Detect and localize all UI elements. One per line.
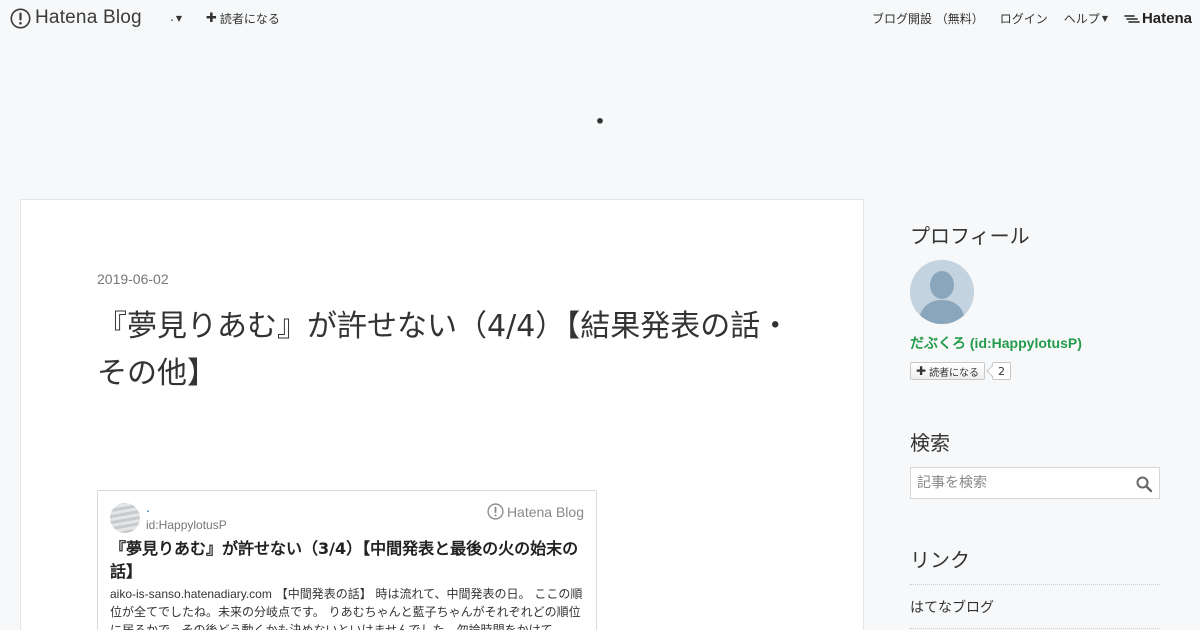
profile-name[interactable]: だぶくろ (id:HappylotusP) bbox=[910, 333, 1082, 353]
login-link[interactable]: ログイン bbox=[1000, 10, 1048, 27]
hatena-blog-logo-icon bbox=[10, 8, 31, 28]
embedded-blog-card[interactable]: . id:HappylotusP Hatena Blog 『夢見りあむ』が許せな… bbox=[97, 490, 597, 630]
profile-heading: プロフィール bbox=[910, 224, 1030, 248]
hatena-blog-logo-icon bbox=[487, 503, 504, 520]
links-heading: リンク bbox=[910, 548, 970, 572]
help-label: ヘルプ bbox=[1063, 12, 1100, 26]
right-nav: ブログ開設 （無料） ログイン ヘルプ ▼ Hatena bbox=[856, 10, 1192, 27]
global-header: Hatena Blog . ▼ ✚ 読者になる ブログ開設 （無料） ログイン ヘ… bbox=[0, 0, 1200, 36]
chevron-down-icon: ▼ bbox=[1101, 14, 1108, 23]
profile-subscribe-button[interactable]: ✚ 読者になる bbox=[910, 362, 986, 380]
plus-icon: ✚ bbox=[206, 11, 217, 26]
embed-blog-name[interactable]: . bbox=[146, 501, 150, 515]
hatena-logo[interactable]: Hatena bbox=[1124, 10, 1192, 27]
entry-date[interactable]: 2019-06-02 bbox=[97, 271, 169, 287]
hatena-blog-logo[interactable]: Hatena Blog bbox=[10, 7, 142, 29]
plus-icon: ✚ bbox=[916, 364, 927, 378]
chevron-down-icon: ▼ bbox=[175, 14, 182, 23]
subscribe-button[interactable]: ✚ 読者になる bbox=[206, 10, 280, 27]
hatena-logo-text: Hatena bbox=[1141, 10, 1192, 27]
embed-user-id: id:HappylotusP bbox=[146, 518, 227, 532]
embed-description: aiko-is-sanso.hatenadiary.com 【中間発表の話】 時… bbox=[110, 585, 586, 630]
blog-title[interactable]: • bbox=[0, 112, 1200, 131]
entry-article: 2019-06-02 『夢見りあむ』が許せない（4/4）【結果発表の話・その他】… bbox=[20, 199, 864, 630]
search-icon[interactable] bbox=[1135, 475, 1153, 493]
subscriber-count[interactable]: 2 bbox=[992, 362, 1011, 380]
open-blog-link[interactable]: ブログ開設 （無料） bbox=[872, 10, 984, 27]
avatar[interactable] bbox=[910, 260, 974, 324]
help-menu[interactable]: ヘルプ ▼ bbox=[1064, 10, 1108, 27]
hatena-logo-icon bbox=[1124, 14, 1140, 23]
user-silhouette-icon bbox=[910, 260, 974, 324]
embed-hatena-blog-logo: Hatena Blog bbox=[487, 503, 584, 520]
blog-menu-dropdown[interactable]: . ▼ bbox=[170, 10, 182, 24]
hatena-blog-logo-text: Hatena Blog bbox=[35, 7, 142, 28]
entry-title[interactable]: 『夢見りあむ』が許せない（4/4）【結果発表の話・その他】 bbox=[97, 303, 797, 397]
embed-avatar bbox=[110, 503, 140, 533]
embed-site-url: aiko-is-sanso.hatenadiary.com bbox=[110, 587, 272, 601]
profile-subscribe-label: 読者になる bbox=[929, 367, 980, 379]
search-heading: 検索 bbox=[910, 431, 950, 455]
subscribe-label: 読者になる bbox=[219, 12, 280, 26]
blog-menu-label: . bbox=[170, 10, 174, 24]
search-input[interactable] bbox=[911, 468, 1131, 498]
search-form bbox=[910, 467, 1160, 499]
embed-title[interactable]: 『夢見りあむ』が許せない（3/4）【中間発表と最後の火の始末の話】 bbox=[110, 537, 586, 583]
link-item-hatena-blog[interactable]: はてなブログ bbox=[910, 584, 1160, 629]
link-list: はてなブログ bbox=[910, 584, 1160, 629]
embed-logo-text: Hatena Blog bbox=[506, 503, 584, 520]
